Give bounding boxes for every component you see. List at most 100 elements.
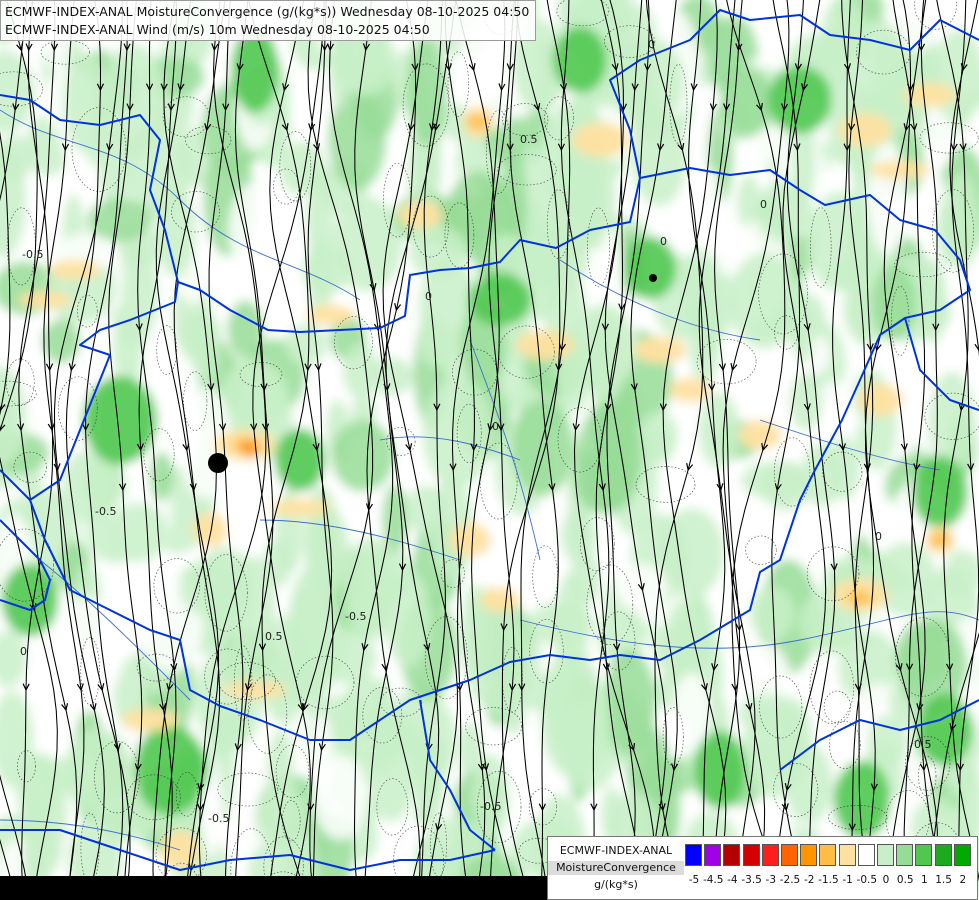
contour-label: 0 — [648, 38, 655, 51]
legend-tick-label: 0 — [882, 874, 890, 886]
shade-blob-negative — [223, 681, 287, 699]
contour-label: 0.5 — [520, 133, 538, 146]
shade-blob — [688, 294, 721, 386]
shade-blob — [284, 323, 327, 366]
legend-tick-label: -1 — [842, 874, 853, 886]
shade-blob — [658, 508, 725, 598]
legend-swatch — [723, 844, 741, 866]
shade-blob — [109, 503, 168, 562]
shade-blob — [266, 728, 295, 845]
shade-blob — [342, 344, 380, 399]
contour-label: 0 — [20, 645, 27, 658]
title-moisture-convergence: ECMWF-INDEX-ANAL MoistureConvergence (g/… — [5, 4, 530, 19]
legend-name-line2: MoistureConvergence — [548, 861, 684, 875]
shade-blob — [417, 321, 457, 368]
shade-blob — [874, 542, 937, 617]
shade-blob-negative-strong — [848, 591, 872, 605]
shade-blob — [312, 754, 368, 840]
legend-tick-label: 2 — [959, 874, 967, 886]
shade-blob-strong — [468, 273, 532, 327]
shade-blob — [370, 678, 396, 774]
shade-blob-strong — [134, 724, 206, 816]
shade-blob — [406, 38, 448, 146]
shade-blob — [613, 564, 669, 609]
legend-swatch — [761, 844, 779, 866]
shade-blob-strong — [274, 428, 326, 492]
contour-label: -0.5 — [345, 610, 366, 623]
shade-blob — [639, 411, 678, 458]
shade-blob-negative — [480, 587, 520, 613]
legend-tick-label: -3 — [765, 874, 777, 886]
shade-blob — [573, 303, 636, 392]
shade-blob-negative — [857, 383, 903, 417]
legend-swatch — [877, 844, 894, 866]
color-legend: ECMWF-INDEX-ANAL MoistureConvergence g/(… — [547, 836, 978, 900]
legend-swatch — [704, 844, 722, 866]
legend-tick-label: -1.5 — [818, 874, 839, 886]
shade-blob-negative — [121, 708, 179, 732]
shade-blob-negative — [869, 161, 931, 179]
legend-swatch — [742, 844, 760, 866]
contour-label: 0.5 — [265, 630, 283, 643]
bottom-bar — [0, 876, 547, 900]
shade-blob — [58, 597, 124, 705]
shade-blob — [331, 420, 395, 492]
legend-name: ECMWF-INDEX-ANAL MoistureConvergence g/(… — [548, 837, 684, 899]
legend-tick-label: -4.5 — [702, 874, 724, 886]
legend-unit: g/(kg*s) — [594, 878, 638, 891]
shade-blob — [179, 556, 252, 620]
legend-swatch — [838, 844, 856, 866]
shade-blob-negative — [48, 260, 102, 280]
shade-blob — [700, 169, 723, 261]
shade-blob-strong — [767, 66, 833, 134]
map-title: ECMWF-INDEX-ANAL MoistureConvergence (g/… — [0, 0, 537, 41]
shade-blob-negative-strong — [928, 533, 952, 547]
legend-swatch — [781, 844, 798, 866]
legend-name-line1: ECMWF-INDEX-ANAL — [559, 844, 673, 857]
legend-swatch — [953, 844, 971, 866]
legend-swatch — [819, 844, 837, 866]
shade-blob — [749, 586, 795, 641]
shade-blob-min — [240, 440, 260, 456]
convergence-point — [649, 274, 657, 282]
contour-label: 0 — [760, 198, 767, 211]
shade-blob — [41, 319, 81, 364]
shade-blob — [156, 187, 197, 278]
map-canvas[interactable]: 0 -0.5 0.5 0 -0.5 -0.5 0.5 -0.5 0.5 0 0 0 -0.5 0 0 — [0, 0, 979, 900]
shade-blob — [405, 485, 449, 535]
contour-label: -0.5 — [480, 800, 501, 813]
contour-label: 0.5 — [914, 738, 932, 751]
shade-blob-negative — [449, 523, 491, 557]
legend-tick-label: 0.5 — [896, 874, 914, 886]
legend-swatch — [800, 844, 818, 866]
legend-swatch — [685, 844, 702, 866]
legend-swatch — [934, 844, 952, 866]
shade-blob-strong — [82, 375, 158, 465]
shade-blob — [729, 252, 800, 349]
legend-swatch — [896, 844, 914, 866]
shade-blob — [511, 398, 575, 496]
legend-tick-label: -2.5 — [779, 874, 801, 886]
convergence-point — [208, 453, 228, 473]
contour-label: -0.5 — [208, 812, 229, 825]
legend-tick-label: -4 — [727, 874, 738, 886]
contour-label: 0 — [425, 290, 432, 303]
legend-swatch — [857, 844, 875, 866]
shade-blob-negative — [738, 419, 782, 451]
shade-blob-negative — [571, 122, 629, 158]
shade-blob — [920, 259, 948, 344]
shade-blob-strong — [552, 26, 608, 94]
contour-label: 0 — [875, 530, 882, 543]
legend-tick-label: 1.5 — [935, 874, 952, 886]
map-svg: 0 -0.5 0.5 0 -0.5 -0.5 0.5 -0.5 0.5 0 0 0 -0.5 0 0 — [0, 0, 979, 900]
legend-ticks: -5 -4.5 -4 -3.5 -3 -2.5 -2 -1.5 -1 -0.5 0 0.5 1 1.5 2 — [685, 874, 975, 888]
shade-blob — [761, 460, 811, 511]
legend-tick-label: -5 — [688, 874, 700, 886]
contour-label: -0.5 — [95, 505, 116, 518]
legend-tick-label: -3.5 — [741, 874, 762, 886]
shade-blob — [603, 649, 656, 756]
legend-swatch — [915, 844, 933, 866]
contour-label: 0 — [492, 420, 499, 433]
contour-label: -0.5 — [22, 248, 43, 261]
shade-blob — [789, 373, 822, 431]
